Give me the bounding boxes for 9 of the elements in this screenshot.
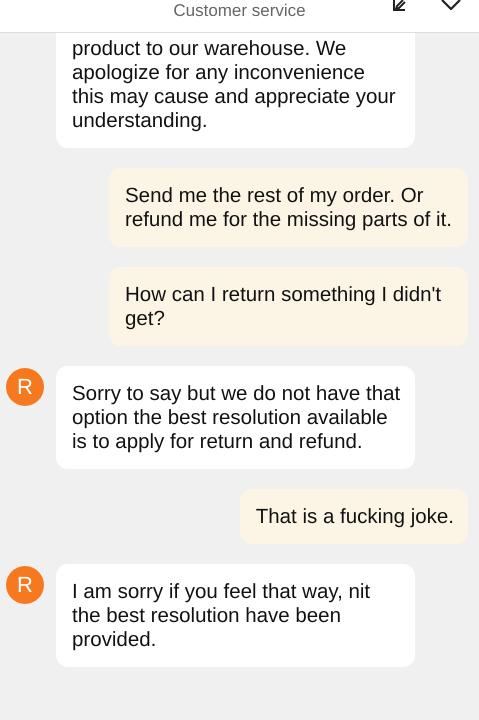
sent-message: Send me the rest of my order. Or refund me for the missing parts of it.	[109, 168, 468, 247]
avatar[interactable]: R	[6, 368, 44, 406]
sent-message: How can I return something I didn't get?	[109, 267, 468, 346]
received-message: Sorry to say but we do not have that option the best resolution available is to apply for return and refund.	[56, 366, 415, 469]
received-message: I am sorry if you feel that way, nit the best resolution have been provided.	[56, 564, 415, 667]
chat-title: Customer service	[173, 0, 306, 22]
received-message: product to our warehouse. We apologize for any inconvenience this may cause and appreciate your understanding.	[56, 33, 415, 148]
sent-message: That is a fucking joke.	[240, 489, 468, 544]
avatar[interactable]: R	[6, 566, 44, 604]
